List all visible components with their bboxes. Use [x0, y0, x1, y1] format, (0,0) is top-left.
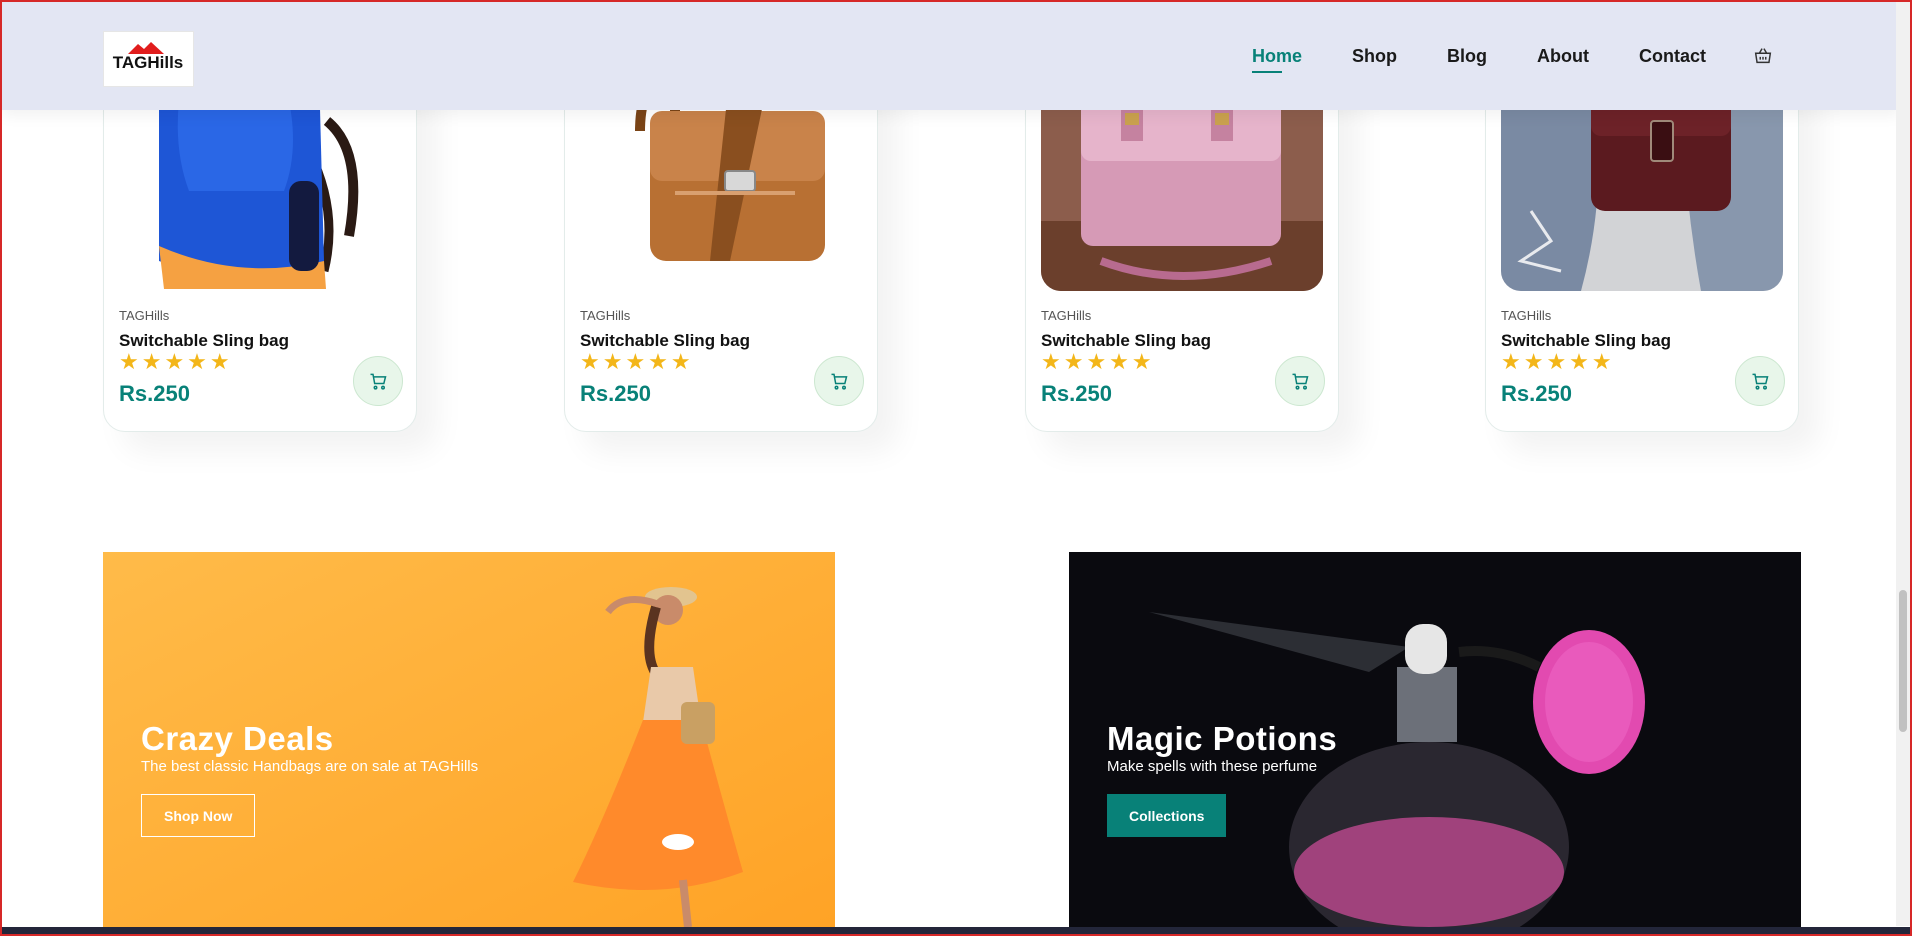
product-brand: TAGHills [1041, 308, 1092, 323]
product-price: Rs.250 [580, 381, 651, 406]
main-nav: Home Shop Blog About Contact [1252, 2, 1774, 110]
logo-text: TAGHills [113, 53, 184, 72]
banner-text: Make spells with these perfume [1107, 758, 1318, 775]
rating-stars: ★★★★★ [1501, 349, 1615, 374]
banner-magic-potions: Magic Potions Make spells with these per… [1069, 552, 1801, 927]
nav-about[interactable]: About [1537, 46, 1589, 67]
product-brand: TAGHills [1501, 308, 1552, 323]
page-scrollbar[interactable] [1896, 2, 1910, 926]
collections-button[interactable]: Collections [1107, 794, 1227, 837]
product-title[interactable]: Switchable Sling bag [1041, 331, 1211, 351]
product-title[interactable]: Switchable Sling bag [119, 331, 289, 351]
cart-icon [1292, 373, 1309, 390]
rating-stars: ★★★★★ [1041, 349, 1155, 374]
product-title[interactable]: Switchable Sling bag [580, 331, 750, 351]
product-card[interactable]: TAGHills Switchable Sling bag ★★★★★ Rs.2… [1025, 60, 1339, 432]
banner-crazy-deals: Crazy Deals The best classic Handbags ar… [103, 552, 835, 927]
product-brand: TAGHills [580, 308, 631, 323]
scrollbar-thumb[interactable] [1899, 590, 1907, 732]
product-brand: TAGHills [119, 308, 170, 323]
cart-icon [831, 373, 848, 390]
taskbar-strip [0, 927, 1912, 936]
cart-icon [370, 373, 387, 390]
add-to-cart-button[interactable] [353, 356, 403, 406]
product-title[interactable]: Switchable Sling bag [1501, 331, 1671, 351]
add-to-cart-button[interactable] [1275, 356, 1325, 406]
nav-shop[interactable]: Shop [1352, 46, 1397, 67]
product-card[interactable]: TAGHills Switchable Sling bag ★★★★★ Rs.2… [564, 60, 878, 432]
cart-icon [1752, 373, 1769, 390]
rating-stars: ★★★★★ [119, 349, 233, 374]
rating-stars: ★★★★★ [580, 349, 694, 374]
banner-text: The best classic Handbags are on sale at… [141, 758, 479, 775]
add-to-cart-button[interactable] [1735, 356, 1785, 406]
product-price: Rs.250 [1041, 381, 1112, 406]
banner-title: Crazy Deals [141, 720, 334, 757]
product-card[interactable]: TAGHills Switchable Sling bag ★★★★★ Rs.2… [103, 60, 417, 432]
banner-title: Magic Potions [1107, 720, 1338, 757]
nav-contact[interactable]: Contact [1639, 46, 1706, 67]
add-to-cart-button[interactable] [814, 356, 864, 406]
product-price: Rs.250 [1501, 381, 1572, 406]
cart-icon[interactable] [1752, 45, 1774, 67]
nav-blog[interactable]: Blog [1447, 46, 1487, 67]
product-price: Rs.250 [119, 381, 190, 406]
logo[interactable]: TAGHills [103, 31, 194, 87]
nav-home[interactable]: Home [1252, 46, 1302, 73]
site-header: TAGHills Home Shop Blog About Contact [2, 2, 1900, 110]
shop-now-button[interactable]: Shop Now [141, 794, 256, 837]
product-card[interactable]: TAGHills Switchable Sling bag ★★★★★ Rs.2… [1485, 60, 1799, 432]
